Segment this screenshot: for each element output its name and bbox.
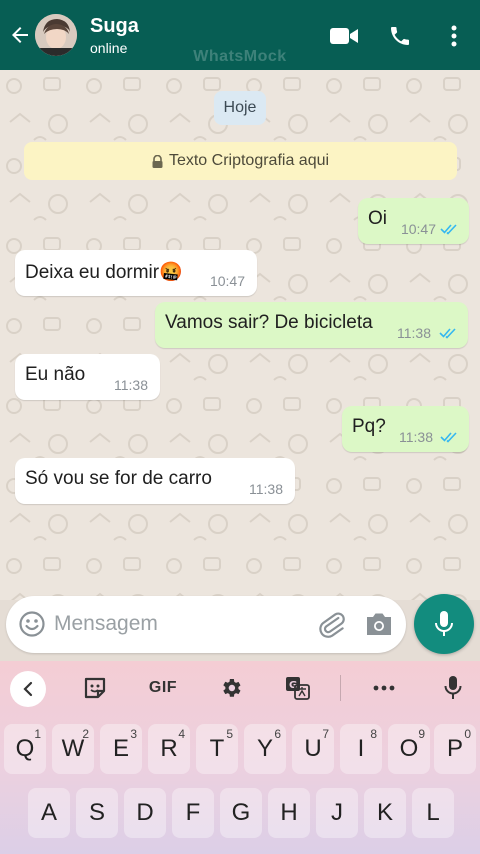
settings-button[interactable] bbox=[214, 671, 248, 705]
message-text: Oi bbox=[368, 208, 387, 229]
key-q[interactable]: Q1 bbox=[4, 724, 46, 774]
message-text: Vamos sair? De bicicleta bbox=[165, 312, 373, 333]
chat-area[interactable]: Hoje Texto Criptografia aqui Oi 10:47 De… bbox=[0, 70, 480, 600]
back-arrow-icon bbox=[12, 27, 28, 43]
message-input[interactable] bbox=[54, 606, 304, 642]
gear-icon bbox=[223, 679, 241, 697]
key-i[interactable]: I8 bbox=[340, 724, 382, 774]
translate-icon: G bbox=[286, 677, 310, 700]
voice-record-button[interactable] bbox=[414, 594, 474, 654]
key-l[interactable]: L bbox=[412, 788, 454, 838]
phone-icon bbox=[391, 27, 409, 45]
message-bubble-incoming[interactable]: Só vou se for de carro 11:38 bbox=[15, 458, 295, 504]
date-chip: Hoje bbox=[214, 91, 266, 125]
voice-input-button[interactable] bbox=[436, 671, 470, 705]
back-button[interactable] bbox=[6, 20, 34, 50]
key-o[interactable]: O9 bbox=[388, 724, 430, 774]
soft-keyboard: GIF G Q 1 W 2 E 3 R 4 T 5 Y 6 U 7 I 8 O … bbox=[0, 661, 480, 854]
more-options-button[interactable] bbox=[438, 20, 470, 52]
message-composer bbox=[6, 596, 406, 653]
gif-button[interactable]: GIF bbox=[143, 671, 183, 705]
key-u[interactable]: U7 bbox=[292, 724, 334, 774]
double-check-icon bbox=[439, 328, 456, 339]
key-t[interactable]: T5 bbox=[196, 724, 238, 774]
keyboard-toolbar: GIF G bbox=[0, 661, 480, 713]
key-d[interactable]: D bbox=[124, 788, 166, 838]
message-bubble-outgoing[interactable]: Pq? 11:38 bbox=[342, 406, 469, 452]
key-p[interactable]: P0 bbox=[434, 724, 476, 774]
more-tools-button[interactable] bbox=[367, 671, 401, 705]
message-text: Só vou se for de carro bbox=[25, 468, 212, 489]
message-time: 10:47 bbox=[400, 221, 436, 237]
sticker-button[interactable] bbox=[78, 671, 112, 705]
key-f[interactable]: F bbox=[172, 788, 214, 838]
contact-name[interactable]: Suga bbox=[90, 15, 139, 38]
encryption-banner[interactable]: Texto Criptografia aqui bbox=[24, 142, 457, 180]
message-time: 11:38 bbox=[397, 325, 431, 341]
message-bubble-incoming[interactable]: Eu não 11:38 bbox=[15, 354, 160, 400]
microphone-icon bbox=[435, 611, 453, 636]
message-time: 11:38 bbox=[399, 429, 433, 445]
double-check-icon bbox=[440, 224, 457, 235]
translate-button[interactable]: G bbox=[281, 671, 315, 705]
message-bubble-outgoing[interactable]: Vamos sair? De bicicleta 11:38 bbox=[155, 302, 468, 348]
paperclip-icon[interactable] bbox=[316, 609, 348, 641]
key-e[interactable]: E3 bbox=[100, 724, 142, 774]
key-s[interactable]: S bbox=[76, 788, 118, 838]
message-text: Eu não bbox=[25, 364, 86, 385]
toolbar-divider bbox=[340, 675, 341, 701]
sticker-icon bbox=[84, 677, 106, 699]
key-a[interactable]: A bbox=[28, 788, 70, 838]
voice-call-button[interactable] bbox=[384, 20, 416, 52]
more-vert-icon bbox=[451, 25, 457, 47]
key-w[interactable]: W2 bbox=[52, 724, 94, 774]
more-horiz-icon bbox=[373, 685, 395, 691]
message-time: 11:38 bbox=[114, 377, 148, 393]
message-bubble-outgoing[interactable]: Oi 10:47 bbox=[358, 198, 469, 244]
message-time: 11:38 bbox=[249, 481, 283, 497]
message-time: 10:47 bbox=[209, 273, 245, 289]
emoji-icon[interactable] bbox=[18, 610, 46, 638]
chevron-left-icon bbox=[23, 681, 33, 697]
double-check-icon bbox=[440, 432, 457, 443]
message-text: Deixa eu dormir🤬 bbox=[25, 262, 183, 283]
encryption-text: Texto Criptografia aqui bbox=[168, 152, 330, 169]
camera-icon[interactable] bbox=[364, 610, 394, 638]
key-k[interactable]: K bbox=[364, 788, 406, 838]
chat-header: Suga online WhatsMock bbox=[0, 0, 480, 70]
video-call-button[interactable] bbox=[328, 20, 360, 52]
keyboard-collapse-button[interactable] bbox=[10, 671, 46, 707]
microphone-icon bbox=[444, 676, 462, 699]
message-bubble-incoming[interactable]: Deixa eu dormir🤬 10:47 bbox=[15, 250, 257, 296]
video-call-icon bbox=[330, 28, 358, 44]
key-j[interactable]: J bbox=[316, 788, 358, 838]
key-h[interactable]: H bbox=[268, 788, 310, 838]
key-g[interactable]: G bbox=[220, 788, 262, 838]
message-text: Pq? bbox=[352, 416, 386, 437]
key-y[interactable]: Y6 bbox=[244, 724, 286, 774]
lock-icon bbox=[152, 154, 163, 168]
key-r[interactable]: R4 bbox=[148, 724, 190, 774]
